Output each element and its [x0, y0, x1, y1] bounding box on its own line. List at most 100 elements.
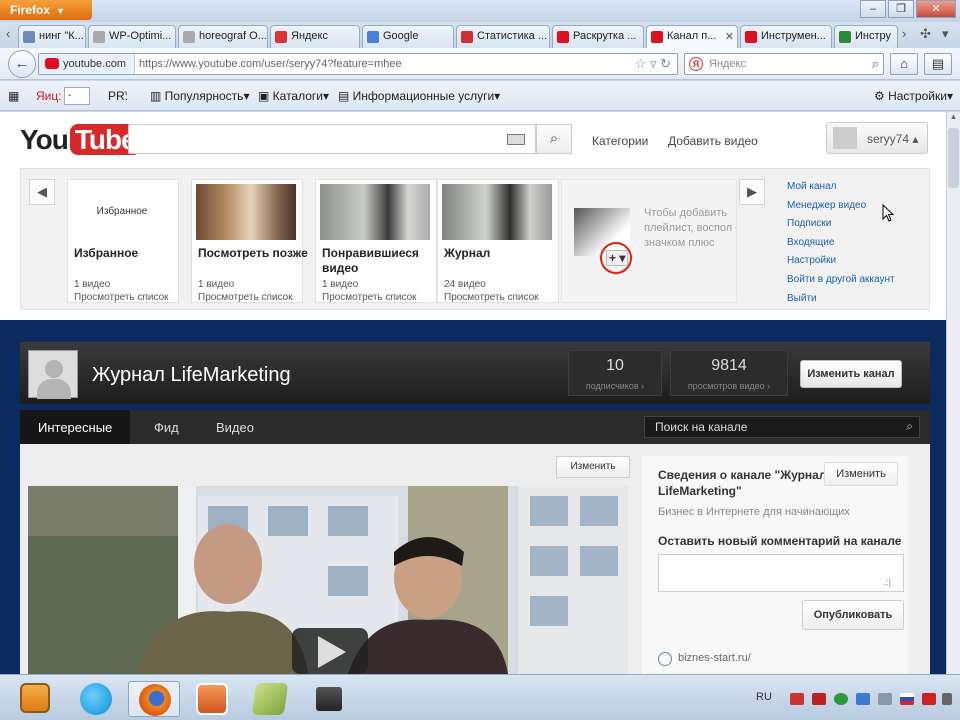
- guide-prev-arrow-icon[interactable]: ◀: [29, 179, 55, 205]
- taskbar-presentation[interactable]: [186, 681, 238, 717]
- playlist-card[interactable]: Посмотреть позже 1 видео Просмотреть спис…: [191, 179, 308, 304]
- playlist-title: Журнал: [444, 246, 491, 260]
- tab-videos[interactable]: Видео: [198, 410, 272, 444]
- menu-inbox[interactable]: Входящие: [787, 237, 895, 256]
- scrollbar-thumb[interactable]: [948, 128, 959, 188]
- taskbar-media-player[interactable]: [10, 681, 62, 717]
- youtube-logo[interactable]: You Tube: [20, 124, 141, 156]
- view-list-link[interactable]: Просмотреть список: [198, 291, 293, 304]
- browser-tab[interactable]: Статистика ...: [456, 25, 550, 48]
- search-bar[interactable]: Я Яндекс ⌕: [684, 53, 884, 75]
- views-stat[interactable]: 9814 просмотров видео ›: [670, 350, 788, 396]
- channel-info-edit-button[interactable]: Изменить: [824, 462, 898, 486]
- view-list-link[interactable]: Просмотреть список: [322, 291, 417, 304]
- minimize-icon[interactable]: –: [860, 0, 886, 18]
- view-list-link[interactable]: Просмотреть список: [444, 291, 539, 304]
- upload-video-link[interactable]: Добавить видео: [668, 134, 758, 148]
- youtube-search-input[interactable]: [128, 124, 536, 154]
- playlist-card[interactable]: Избранное Избранное 1 видео Просмотреть с…: [67, 179, 179, 303]
- taskbar-notes[interactable]: [244, 681, 296, 717]
- featured-video-player[interactable]: [28, 486, 628, 674]
- playlist-thumbnail: Избранное: [72, 184, 172, 240]
- menu-subscriptions[interactable]: Подписки: [787, 218, 895, 237]
- channel-search-input[interactable]: Поиск на канале ⌕: [644, 416, 920, 438]
- addon-toolbar: ▦ Яиц: - PR: - ▥ Популярность▾ ▣ Каталог…: [0, 81, 960, 111]
- new-tab-icon[interactable]: ✣: [920, 26, 931, 42]
- taskbar-skype[interactable]: [70, 681, 122, 717]
- browser-tab-active[interactable]: Канал п... ✕: [646, 25, 738, 49]
- volume-icon[interactable]: [942, 693, 952, 705]
- playlist-title: Избранное: [74, 246, 139, 260]
- tab-feed[interactable]: Фид: [136, 410, 197, 444]
- featured-edit-button[interactable]: Изменить: [556, 456, 630, 478]
- catalogs-menu[interactable]: ▣ Каталоги▾: [258, 89, 329, 103]
- taskbar-recorder[interactable]: [302, 681, 354, 717]
- skype-icon: [80, 683, 112, 715]
- taskbar-firefox[interactable]: [128, 681, 180, 717]
- search-icon[interactable]: ⌕: [872, 56, 879, 72]
- account-button[interactable]: seryy74 ▴: [826, 122, 928, 154]
- home-icon[interactable]: ⌂: [890, 53, 918, 75]
- browser-tab[interactable]: Инструмен...: [740, 25, 832, 48]
- add-playlist-hint: Чтобы добавить плейлист, воспол со значк…: [644, 207, 737, 249]
- tabs-scroll-left-icon[interactable]: ‹: [6, 26, 10, 41]
- menu-my-channel[interactable]: Мой канал: [787, 181, 895, 200]
- menu-settings[interactable]: Настройки: [787, 255, 895, 274]
- youtube-search-button[interactable]: ⌕: [536, 124, 572, 154]
- tray-app-icon[interactable]: [922, 693, 936, 705]
- browser-tab[interactable]: horeograf O...: [178, 25, 268, 48]
- back-arrow-icon[interactable]: ←: [8, 50, 36, 78]
- browser-tab[interactable]: WP-Optimi...: [88, 25, 176, 48]
- star-icon[interactable]: ☆: [635, 56, 647, 71]
- firefox-menu-button[interactable]: Firefox ▼: [0, 0, 92, 20]
- playlist-card[interactable]: Журнал 24 видео Просмотреть список: [437, 179, 559, 303]
- tray-app-icon[interactable]: [856, 693, 870, 705]
- view-list-link[interactable]: Просмотреть список: [74, 291, 169, 304]
- browser-tab[interactable]: Инстру: [834, 25, 898, 48]
- edit-channel-button[interactable]: Изменить канал: [800, 360, 902, 388]
- url-bar[interactable]: youtube.com https://www.youtube.com/user…: [38, 53, 678, 75]
- popularity-menu[interactable]: ▥ Популярность▾: [150, 89, 249, 103]
- tab-featured[interactable]: Интересные: [20, 410, 131, 444]
- close-icon[interactable]: ✕: [916, 0, 956, 18]
- toolbar-settings[interactable]: ⚙ Настройки▾: [874, 89, 953, 103]
- add-plus-highlight[interactable]: + ▾: [600, 242, 632, 274]
- tray-app-icon[interactable]: [834, 693, 848, 705]
- site-identity[interactable]: youtube.com: [39, 54, 135, 74]
- browser-tab[interactable]: Google: [362, 25, 454, 48]
- menu-sign-out[interactable]: Выйти: [787, 293, 895, 312]
- bookmarks-menu-icon[interactable]: ▤: [924, 53, 952, 75]
- menu-switch-account[interactable]: Войти в другой аккаунт: [787, 274, 895, 293]
- close-tab-icon[interactable]: ✕: [725, 30, 734, 43]
- resize-grip-icon[interactable]: .:|: [884, 577, 891, 587]
- tray-app-icon[interactable]: [812, 693, 826, 705]
- tabs-scroll-right-icon[interactable]: ›: [902, 26, 906, 41]
- network-icon[interactable]: [878, 693, 892, 705]
- tab-list-icon[interactable]: ▾: [942, 26, 949, 42]
- browser-tab[interactable]: Яндекс: [270, 25, 360, 48]
- language-indicator[interactable]: RU: [756, 691, 772, 703]
- browser-tab[interactable]: нинг "К...: [18, 25, 86, 48]
- maximize-icon[interactable]: ❐: [888, 0, 914, 18]
- flag-icon[interactable]: [900, 693, 914, 705]
- guide-next-arrow-icon[interactable]: ▶: [739, 179, 765, 205]
- page-scrollbar[interactable]: ▲: [946, 112, 960, 674]
- tray-app-icon[interactable]: [790, 693, 804, 705]
- search-icon[interactable]: ⌕: [906, 419, 913, 434]
- publish-button[interactable]: Опубликовать: [802, 600, 904, 630]
- playlist-card[interactable]: Понравившиеся видео 1 видео Просмотреть с…: [315, 179, 437, 303]
- categories-link[interactable]: Категории: [592, 134, 648, 148]
- browser-tab[interactable]: Раскрутка ...: [552, 25, 644, 48]
- scroll-up-icon[interactable]: ▲: [947, 112, 960, 121]
- subscribers-stat[interactable]: 10 подписчиков ›: [568, 350, 662, 396]
- info-services-menu[interactable]: ▤ Информационные услуги▾: [338, 89, 500, 103]
- website-link[interactable]: biznes-start.ru/: [658, 652, 751, 666]
- reload-icon[interactable]: ↻: [660, 56, 671, 71]
- keyboard-icon[interactable]: [507, 134, 525, 145]
- comment-textarea[interactable]: .:|: [658, 554, 904, 592]
- channel-avatar[interactable]: [28, 350, 78, 399]
- menu-video-manager[interactable]: Менеджер видео: [787, 200, 895, 219]
- chart-icon: ▥: [150, 89, 165, 103]
- ya-index-label: Яиц:: [36, 89, 62, 103]
- dropdown-icon[interactable]: ▿: [650, 56, 657, 71]
